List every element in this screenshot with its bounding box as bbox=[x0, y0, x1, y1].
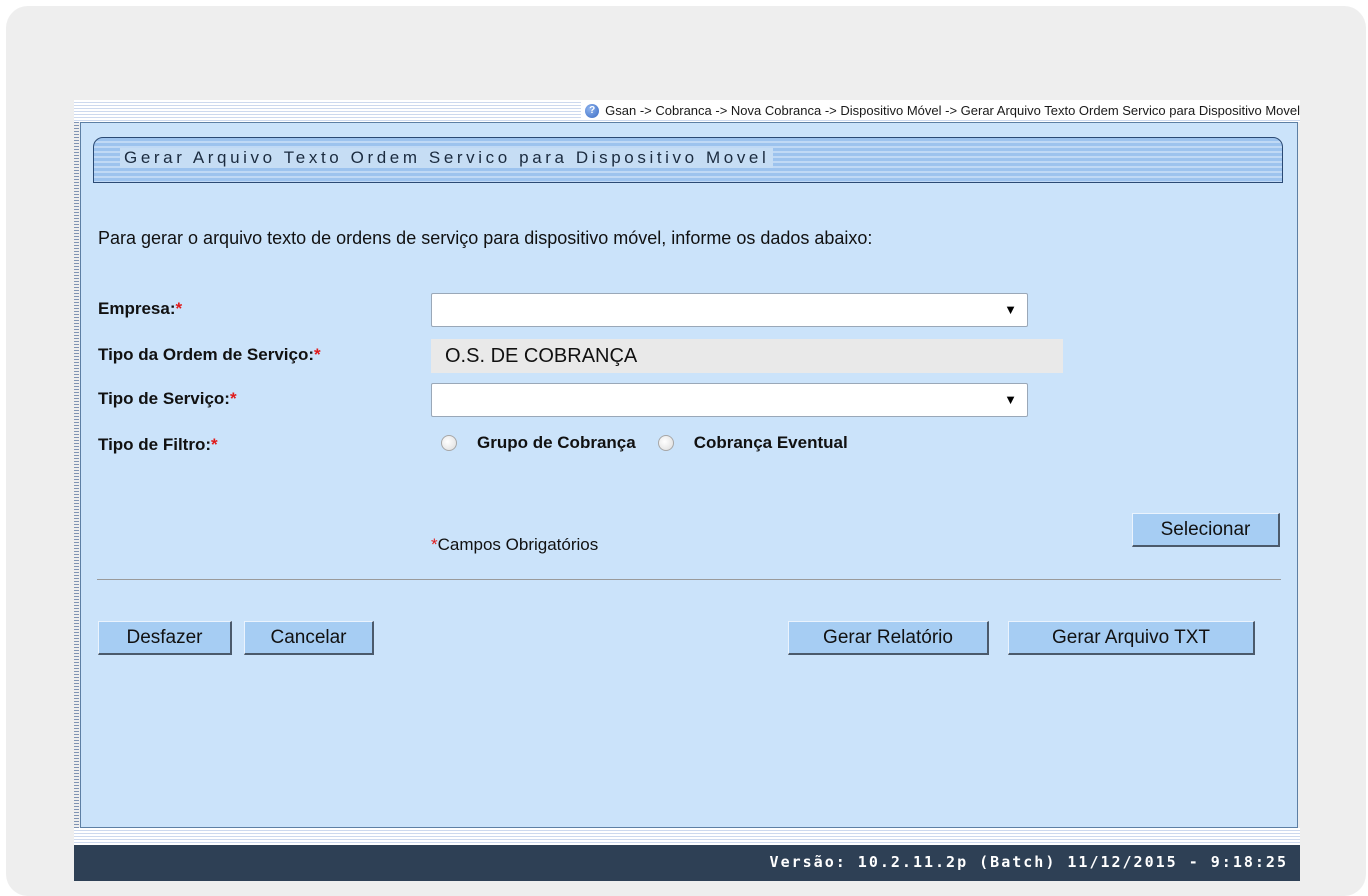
footer-bar: Versão: 10.2.11.2p (Batch) 11/12/2015 - … bbox=[74, 845, 1300, 881]
tipo-filtro-radio-group: Grupo de Cobrança Cobrança Eventual bbox=[441, 433, 870, 453]
footer-divider bbox=[74, 828, 1300, 845]
intro-text: Para gerar o arquivo texto de ordens de … bbox=[98, 228, 873, 248]
tipo-ordem-field: O.S. DE COBRANÇA bbox=[431, 339, 1063, 373]
version-text: Versão: 10.2.11.2p (Batch) 11/12/2015 - … bbox=[769, 853, 1288, 871]
main-panel: Gerar Arquivo Texto Ordem Servico para D… bbox=[80, 122, 1298, 828]
chevron-down-icon[interactable]: ▼ bbox=[1004, 392, 1017, 407]
breadcrumb-bar: ? Gsan -> Cobranca -> Nova Cobranca -> D… bbox=[74, 100, 1300, 122]
required-marker: * bbox=[431, 535, 438, 554]
grupo-cobranca-label[interactable]: Grupo de Cobrança bbox=[477, 433, 636, 453]
cobranca-eventual-radio[interactable] bbox=[657, 435, 674, 451]
required-marker: * bbox=[175, 299, 183, 318]
chevron-down-icon[interactable]: ▼ bbox=[1004, 302, 1017, 317]
required-marker: * bbox=[211, 435, 218, 454]
empresa-label: Empresa:* bbox=[98, 299, 182, 319]
cancelar-button[interactable]: Cancelar bbox=[244, 621, 374, 655]
tipo-ordem-label-text: Tipo da Ordem de Serviço: bbox=[98, 345, 315, 364]
tipo-filtro-label: Tipo de Filtro:* bbox=[98, 435, 218, 455]
tipo-servico-select[interactable]: ▼ bbox=[431, 383, 1028, 417]
cobranca-eventual-label[interactable]: Cobrança Eventual bbox=[694, 433, 848, 453]
grupo-cobranca-radio[interactable] bbox=[441, 435, 457, 451]
tipo-servico-label-text: Tipo de Serviço: bbox=[98, 389, 230, 408]
tipo-ordem-label: Tipo da Ordem de Serviço:* bbox=[98, 345, 321, 365]
breadcrumb: ? Gsan -> Cobranca -> Nova Cobranca -> D… bbox=[581, 102, 1300, 120]
required-marker: * bbox=[229, 389, 237, 408]
empresa-label-text: Empresa: bbox=[98, 299, 176, 318]
tipo-filtro-label-text: Tipo de Filtro: bbox=[98, 435, 212, 454]
tipo-servico-label: Tipo de Serviço:* bbox=[98, 389, 237, 409]
empresa-select[interactable]: ▼ bbox=[431, 293, 1028, 327]
mandatory-note: *Campos Obrigatórios bbox=[431, 535, 598, 555]
gerar-relatorio-button[interactable]: Gerar Relatório bbox=[788, 621, 989, 655]
divider bbox=[97, 579, 1281, 580]
page-title: Gerar Arquivo Texto Ordem Servico para D… bbox=[120, 148, 774, 168]
page-title-tab: Gerar Arquivo Texto Ordem Servico para D… bbox=[93, 137, 1283, 183]
desfazer-button[interactable]: Desfazer bbox=[98, 621, 232, 655]
required-marker: * bbox=[314, 345, 321, 364]
breadcrumb-text: Gsan -> Cobranca -> Nova Cobranca -> Dis… bbox=[605, 103, 1300, 118]
help-icon[interactable]: ? bbox=[585, 104, 600, 118]
mandatory-note-text: Campos Obrigatórios bbox=[437, 535, 599, 554]
selecionar-button[interactable]: Selecionar bbox=[1132, 513, 1280, 547]
gerar-arquivo-txt-button[interactable]: Gerar Arquivo TXT bbox=[1008, 621, 1255, 655]
left-border-dots bbox=[74, 122, 79, 828]
